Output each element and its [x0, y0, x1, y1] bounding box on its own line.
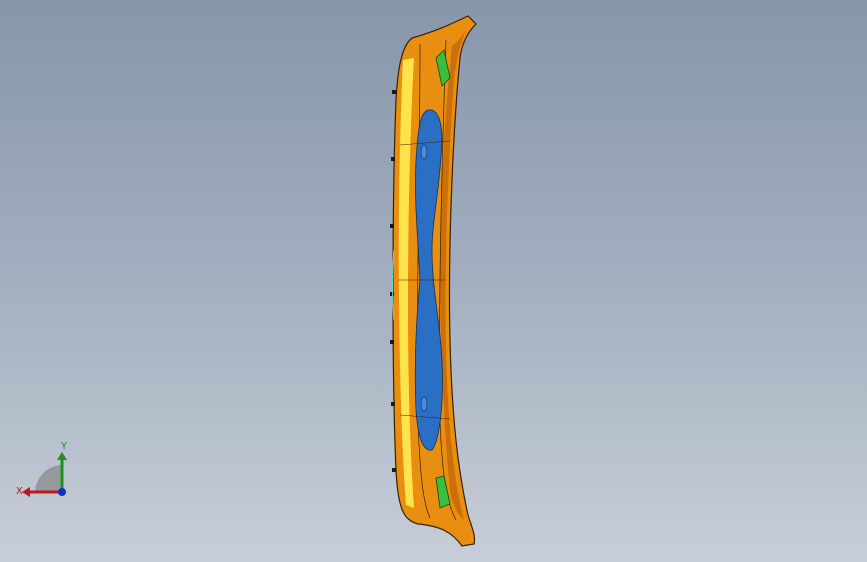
triad-graphic [22, 452, 67, 497]
triad-plane [35, 465, 62, 492]
y-axis-arrow [57, 452, 67, 460]
graphics-viewport[interactable]: Y X [0, 0, 867, 562]
z-axis-dot [58, 488, 66, 496]
bumper-part-model[interactable] [0, 0, 867, 562]
y-axis-label: Y [61, 441, 68, 452]
coordinate-triad: Y X [10, 440, 80, 510]
x-axis-label: X [16, 486, 23, 497]
mount-hole [420, 396, 428, 412]
mount-hole [420, 144, 428, 160]
x-axis-arrow [22, 487, 30, 497]
